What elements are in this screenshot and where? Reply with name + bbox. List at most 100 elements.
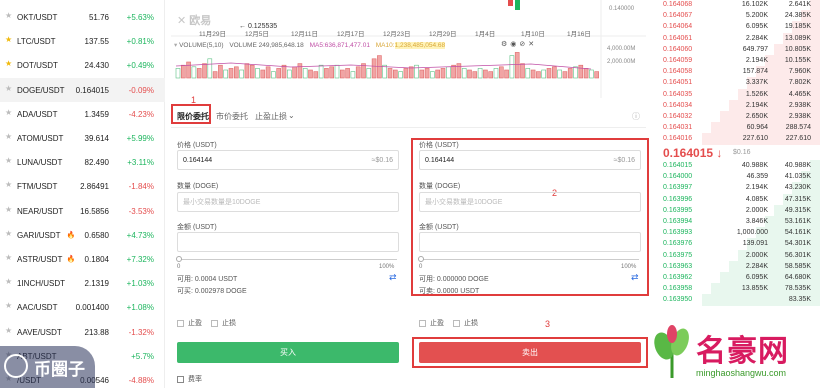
star-icon[interactable]: ★ [5,229,13,238]
candle [515,0,520,10]
market-row[interactable]: ★ ASTR/USDT 🔥 0.1804 +7.32% [0,247,165,271]
sell-amount-input[interactable] [419,232,641,252]
buy-price-input[interactable]: 0.164144 ≈$0.16 [177,150,399,170]
bid-row[interactable]: 0.163994 3.846K 53.161K [655,216,820,228]
market-row[interactable]: ★ NEAR/USDT 16.5856 -3.53% [0,199,165,223]
volume-bar [371,58,377,79]
market-row[interactable]: ★ OKT/USDT 51.76 +5.63% [0,5,165,29]
volume-bar [318,64,324,79]
volume-bar [345,68,350,79]
market-row[interactable]: ★ GARI/USDT 🔥 0.6580 +4.73% [0,223,165,247]
star-icon[interactable]: ★ [5,326,13,335]
market-row[interactable]: ★ DOGE/USDT 0.164015 -0.09% [0,77,165,102]
sell-sl-checkbox[interactable]: 止损 [453,318,478,328]
buy-sl-checkbox[interactable]: 止损 [211,318,236,328]
volume-bar [355,66,361,79]
market-row[interactable]: ★ 1INCH/USDT 2.1319 +1.03% [0,271,165,295]
market-row[interactable]: ★ FTM/USDT 2.86491 -1.84% [0,174,165,198]
ask-row[interactable]: 0.164031 60.964 288.574 [655,122,820,135]
tab-market[interactable]: 市价委托 [216,111,248,122]
sell-slider[interactable] [418,256,639,262]
volume-bar [186,61,191,79]
tab-stop[interactable]: 止盈止损 [255,111,287,122]
buy-qty-label: 数量 (DOGE) [177,183,219,190]
pair-change: +5.7% [131,351,154,361]
ask-row[interactable]: 0.164016 227.610 227.610 [655,133,820,146]
volume-bar [287,69,292,79]
market-row[interactable]: ★ ATOM/USDT 39.614 +5.99% [0,126,165,150]
fee-link[interactable]: 费率 [177,374,202,384]
info-icon[interactable]: ⓘ [632,111,640,122]
settings-icon[interactable]: ⚙ [501,41,510,48]
pair-change: +5.99% [126,134,154,143]
volume-bar [525,68,531,79]
market-row[interactable]: ★ LUNA/USDT 82.490 +3.11% [0,150,165,174]
buy-slider-handle[interactable] [176,256,182,262]
market-row[interactable]: ★ AAC/USDT 0.001400 +1.08% [0,295,165,319]
star-icon[interactable]: ★ [5,36,13,44]
market-row[interactable]: ★ LTC/USDT 137.55 +0.81% [0,29,165,53]
price-axis-label: 0.140000 [609,6,635,12]
sell-tp-checkbox[interactable]: 止盈 [419,318,444,328]
buy-amount-input[interactable] [177,232,399,252]
ask-total: 10.155K [784,57,811,64]
ask-row[interactable]: 0.164032 2.650K 2.938K [655,111,820,123]
pair-symbol: GARI/USDT [17,230,61,240]
sell-slider-handle[interactable] [418,256,424,262]
sell-qty-input[interactable]: 最小交易数量是10DOGE [419,192,641,212]
pair-price: 51.76 [88,13,109,22]
pair-price: 24.430 [84,61,109,71]
bid-row[interactable]: 0.163995 2.000K 49.315K [655,204,820,217]
bid-row[interactable]: 0.163976 139.091 54.301K [655,238,820,251]
star-icon[interactable]: ★ [5,302,13,310]
kline-chart[interactable]: ✕ 欧易 ← 0.125535 0.140000 11月29日 12月5日 12月1… [171,0,646,98]
buy-slider[interactable] [176,256,397,262]
buy-tp-checkbox[interactable]: 止盈 [177,318,202,328]
ask-row[interactable]: 0.164058 157.874 7.960K [655,66,820,79]
market-row[interactable]: ★ AAVE/USDT 213.88 -1.32% [0,320,165,344]
ask-row[interactable]: 0.164059 2.194K 10.155K [655,55,820,67]
sell-button[interactable]: 卖出 [419,342,641,363]
ask-total: 10.805K [784,45,811,53]
bid-row[interactable]: 0.164000 46.359 41.035K [655,171,820,184]
ask-row[interactable]: 0.164064 6.095K 19.185K [655,21,820,34]
star-icon[interactable]: ★ [5,254,13,262]
star-icon[interactable]: ★ [5,84,13,93]
bid-row[interactable]: 0.163962 6.095K 64.680K [655,272,820,284]
ask-row[interactable]: 0.164051 3.337K 7.802K [655,77,820,90]
bid-row[interactable]: 0.163997 2.194K 43.230K [655,182,820,195]
star-icon[interactable]: ★ [5,278,13,286]
star-icon[interactable]: ★ [5,181,13,189]
ask-row[interactable]: 0.164061 2.284K 13.089K [655,32,820,45]
chevron-down-icon[interactable]: ⌄ [288,111,295,120]
star-icon[interactable]: ★ [5,108,13,117]
bid-total: 56.301K [784,251,811,259]
market-row[interactable]: ★ ADA/USDT 1.3459 -4.23% [0,102,165,126]
star-icon[interactable]: ★ [5,205,13,214]
pair-change: +0.49% [126,61,154,71]
bid-row[interactable]: 0.163958 13.855K 78.535K [655,283,820,296]
bid-row[interactable]: 0.163950 83.35K [655,294,820,307]
market-row[interactable]: ★ DOT/USDT 24.430 +0.49% [0,53,165,77]
star-icon[interactable]: ★ [5,12,13,20]
sell-price-input[interactable]: 0.164144 ≈$0.16 [419,150,641,170]
star-icon[interactable]: ★ [5,60,13,68]
ask-row[interactable]: 0.164067 5.200K 24.385K [655,10,820,23]
bid-row[interactable]: 0.163975 2.000K 56.301K [655,249,820,262]
bid-row[interactable]: 0.163963 2.284K 58.585K [655,260,820,273]
bid-row[interactable]: 0.164015 40.988K 40.988K [655,160,820,172]
bid-row[interactable]: 0.163996 4.085K 47.315K [655,193,820,206]
buy-button[interactable]: 买入 [177,342,399,363]
fire-icon: 🔥 [66,256,76,263]
close-icon[interactable]: ✕ [528,41,537,48]
transfer-icon[interactable]: ⇄ [631,272,639,283]
transfer-icon[interactable]: ⇄ [389,272,397,283]
buy-qty-input[interactable]: 最小交易数量是10DOGE [177,192,399,212]
ask-row[interactable]: 0.164060 649.797 10.805K [655,43,820,56]
hide-icon[interactable]: ⊘ [519,41,528,48]
bid-row[interactable]: 0.163993 1,000.000 54.161K [655,227,820,240]
star-icon[interactable]: ★ [5,157,13,165]
star-icon[interactable]: ★ [5,133,13,141]
ask-row[interactable]: 0.164034 2.194K 2.938K [655,99,820,112]
ask-row[interactable]: 0.164035 1.526K 4.465K [655,88,820,101]
